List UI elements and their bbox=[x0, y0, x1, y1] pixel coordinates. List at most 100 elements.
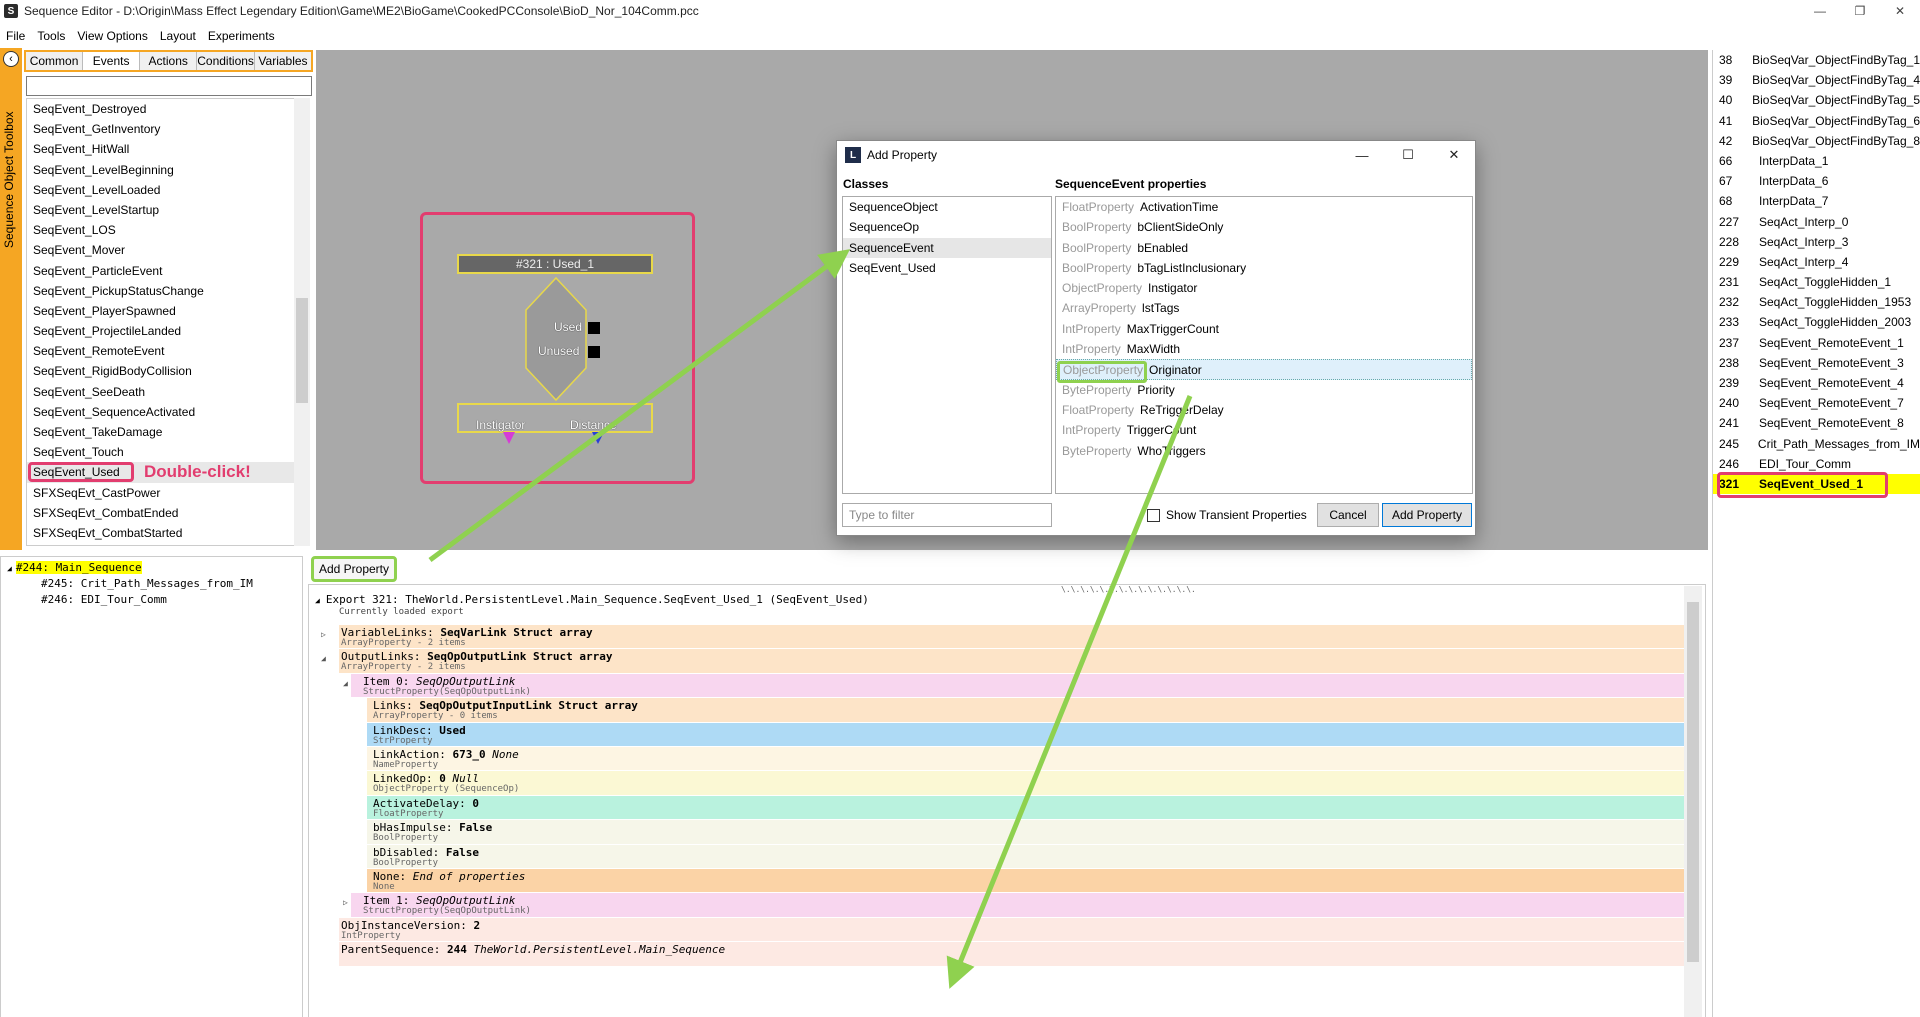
property-row[interactable]: Links: SeqOpOutputInputLink Struct array… bbox=[309, 698, 1685, 722]
event-item[interactable]: SFXSeqEvt_CastPower bbox=[27, 483, 309, 503]
object-list-item[interactable]: 41 BioSeqVar_ObjectFindByTag_6 bbox=[1713, 111, 1920, 131]
object-list-item[interactable]: 239 SeqEvent_RemoteEvent_4 bbox=[1713, 373, 1920, 393]
tree-toggle-icon[interactable]: ◢ bbox=[7, 564, 12, 573]
available-property-item[interactable]: FloatProperty ActivationTime bbox=[1056, 197, 1472, 217]
menu-layout[interactable]: Layout bbox=[160, 29, 196, 43]
expand-icon[interactable]: ▷ bbox=[321, 630, 326, 639]
property-row[interactable]: ▷ VariableLinks: SeqVarLink Struct array A… bbox=[309, 625, 1685, 649]
output-unused-connector[interactable] bbox=[588, 346, 600, 358]
event-item[interactable]: SeqEvent_RigidBodyCollision bbox=[27, 361, 309, 381]
maximize-button[interactable]: ❐ bbox=[1840, 0, 1880, 22]
available-property-item[interactable]: FloatProperty ReTriggerDelay bbox=[1056, 400, 1472, 420]
tree-item[interactable]: #246: EDI_Tour_Comm bbox=[7, 592, 302, 608]
property-row[interactable]: LinkDesc: Used StrProperty bbox=[309, 722, 1685, 747]
event-item[interactable]: SeqEvent_LevelBeginning bbox=[27, 160, 309, 180]
event-item[interactable]: SeqEvent_ProjectileLanded bbox=[27, 321, 309, 341]
available-property-item[interactable]: IntProperty MaxTriggerCount bbox=[1056, 319, 1472, 339]
menu-file[interactable]: File bbox=[6, 29, 25, 43]
menu-experiments[interactable]: Experiments bbox=[208, 29, 275, 43]
scrollbar-thumb[interactable] bbox=[296, 298, 308, 403]
scrollbar-thumb[interactable] bbox=[1687, 602, 1699, 962]
object-list-item[interactable]: 68 InterpData_7 bbox=[1713, 191, 1920, 211]
object-list-item[interactable]: 241 SeqEvent_RemoteEvent_8 bbox=[1713, 413, 1920, 433]
tab-conditions[interactable]: Conditions bbox=[197, 52, 255, 70]
event-item[interactable]: SeqEvent_RemoteEvent bbox=[27, 341, 309, 361]
property-filter-input[interactable]: Type to filter bbox=[842, 503, 1052, 527]
property-row[interactable]: None: End of properties None bbox=[309, 869, 1685, 893]
tab-actions[interactable]: Actions bbox=[140, 52, 198, 70]
property-row[interactable]: ActivateDelay: 0 FloatProperty bbox=[309, 795, 1685, 820]
property-scrollbar[interactable] bbox=[1684, 586, 1702, 1017]
cancel-button[interactable]: Cancel bbox=[1317, 503, 1379, 527]
class-item[interactable]: SequenceOp bbox=[843, 217, 1051, 237]
tab-variables[interactable]: Variables bbox=[255, 52, 311, 70]
available-property-item[interactable]: BoolProperty bTagListInclusionary bbox=[1056, 258, 1472, 278]
event-item[interactable]: SeqEvent_HitWall bbox=[27, 139, 309, 159]
event-item[interactable]: SeqEvent_SeeDeath bbox=[27, 382, 309, 402]
event-item[interactable]: SeqEvent_SequenceActivated bbox=[27, 402, 309, 422]
event-item[interactable]: SeqEvent_LOS bbox=[27, 220, 309, 240]
event-item[interactable]: SeqEvent_PickupStatusChange bbox=[27, 281, 309, 301]
toolbox-filter-input[interactable] bbox=[26, 76, 312, 96]
object-list-item[interactable]: 227 SeqAct_Interp_0 bbox=[1713, 212, 1920, 232]
object-list-item[interactable]: 39 BioSeqVar_ObjectFindByTag_4 bbox=[1713, 70, 1920, 90]
property-row[interactable]: ◢ Item 0: SeqOpOutputLink StructProperty(S… bbox=[309, 673, 1685, 698]
object-list-item[interactable]: 228 SeqAct_Interp_3 bbox=[1713, 232, 1920, 252]
output-used-connector[interactable] bbox=[588, 322, 600, 334]
property-row[interactable]: LinkAction: 673_0 None NameProperty bbox=[309, 747, 1685, 771]
dialog-maximize-button[interactable]: ☐ bbox=[1393, 145, 1423, 165]
object-list-item[interactable]: 237 SeqEvent_RemoteEvent_1 bbox=[1713, 333, 1920, 353]
available-property-item[interactable]: IntProperty MaxWidth bbox=[1056, 339, 1472, 359]
var-distance-connector[interactable] bbox=[592, 432, 604, 444]
tab-common[interactable]: Common bbox=[26, 52, 84, 70]
event-item[interactable]: SFXSeqEvt_CombatStarted bbox=[27, 523, 309, 543]
available-property-item[interactable]: IntProperty TriggerCount bbox=[1056, 420, 1472, 440]
event-item[interactable]: SeqEvent_LevelLoaded bbox=[27, 180, 309, 200]
tab-events[interactable]: Events bbox=[83, 52, 141, 70]
menu-view-options[interactable]: View Options bbox=[77, 29, 147, 43]
event-item[interactable]: SeqEvent_PlayerSpawned bbox=[27, 301, 309, 321]
tree-item[interactable]: #245: Crit_Path_Messages_from_IM bbox=[7, 576, 302, 592]
object-list-item[interactable]: 233 SeqAct_ToggleHidden_2003 bbox=[1713, 312, 1920, 332]
add-property-button[interactable]: Add Property bbox=[311, 556, 397, 582]
object-list-item[interactable]: 246 EDI_Tour_Comm bbox=[1713, 454, 1920, 474]
tree-item[interactable]: ◢ #244: Main_Sequence bbox=[7, 560, 302, 576]
available-property-item[interactable]: BoolProperty bClientSideOnly bbox=[1056, 217, 1472, 237]
class-item[interactable]: SeqEvent_Used bbox=[843, 258, 1051, 278]
event-item[interactable]: SeqEvent_GetInventory bbox=[27, 119, 309, 139]
property-row[interactable]: ObjInstanceVersion: 2 IntProperty bbox=[309, 917, 1685, 942]
collapse-icon[interactable]: ◢ bbox=[321, 654, 326, 663]
object-list-item[interactable]: 66 InterpData_1 bbox=[1713, 151, 1920, 171]
event-item[interactable]: SeqEvent_TakeDamage bbox=[27, 422, 309, 442]
dialog-close-button[interactable]: ✕ bbox=[1439, 145, 1469, 165]
event-item[interactable]: SeqEvent_Destroyed bbox=[27, 99, 309, 119]
event-item[interactable]: SeqEvent_ParticleEvent bbox=[27, 261, 309, 281]
node-title[interactable]: #321 : Used_1 bbox=[457, 254, 653, 274]
available-property-item[interactable]: ByteProperty WhoTriggers bbox=[1056, 441, 1472, 461]
confirm-add-property-button[interactable]: Add Property bbox=[1382, 503, 1472, 527]
node-body[interactable] bbox=[524, 276, 588, 402]
object-list-item[interactable]: 40 BioSeqVar_ObjectFindByTag_5 bbox=[1713, 90, 1920, 110]
object-list-item[interactable]: 67 InterpData_6 bbox=[1713, 171, 1920, 191]
object-list-item[interactable]: 229 SeqAct_Interp_4 bbox=[1713, 252, 1920, 272]
menu-tools[interactable]: Tools bbox=[37, 29, 65, 43]
available-property-item[interactable]: ArrayProperty lstTags bbox=[1056, 298, 1472, 318]
class-item[interactable]: SequenceObject bbox=[843, 197, 1051, 217]
checkbox[interactable] bbox=[1147, 508, 1160, 522]
event-list-scrollbar[interactable] bbox=[294, 98, 310, 546]
collapse-toolbox-icon[interactable]: ‹ bbox=[3, 51, 19, 67]
event-item[interactable]: SeqEvent_Mover bbox=[27, 240, 309, 260]
object-list-item[interactable]: 245 Crit_Path_Messages_from_IM bbox=[1713, 434, 1920, 454]
object-list-item[interactable]: 38 BioSeqVar_ObjectFindByTag_1 bbox=[1713, 50, 1920, 70]
expand-icon[interactable]: ▷ bbox=[343, 898, 348, 907]
property-row[interactable]: bDisabled: False BoolProperty bbox=[309, 844, 1685, 869]
event-item[interactable]: SeqEvent_Touch bbox=[27, 442, 309, 462]
event-item[interactable]: SeqEvent_LevelStartup bbox=[27, 200, 309, 220]
show-transient-toggle[interactable]: Show Transient Properties bbox=[1147, 508, 1307, 522]
close-button[interactable]: ✕ bbox=[1880, 0, 1920, 22]
property-row[interactable]: ◢ OutputLinks: SeqOpOutputLink Struct arr… bbox=[309, 649, 1685, 673]
property-row[interactable]: ▷ Item 1: SeqOpOutputLink StructProperty(S… bbox=[309, 893, 1685, 917]
object-list-item[interactable]: 238 SeqEvent_RemoteEvent_3 bbox=[1713, 353, 1920, 373]
available-property-item[interactable]: BoolProperty bEnabled bbox=[1056, 238, 1472, 258]
property-row[interactable]: bHasImpulse: False BoolProperty bbox=[309, 820, 1685, 844]
